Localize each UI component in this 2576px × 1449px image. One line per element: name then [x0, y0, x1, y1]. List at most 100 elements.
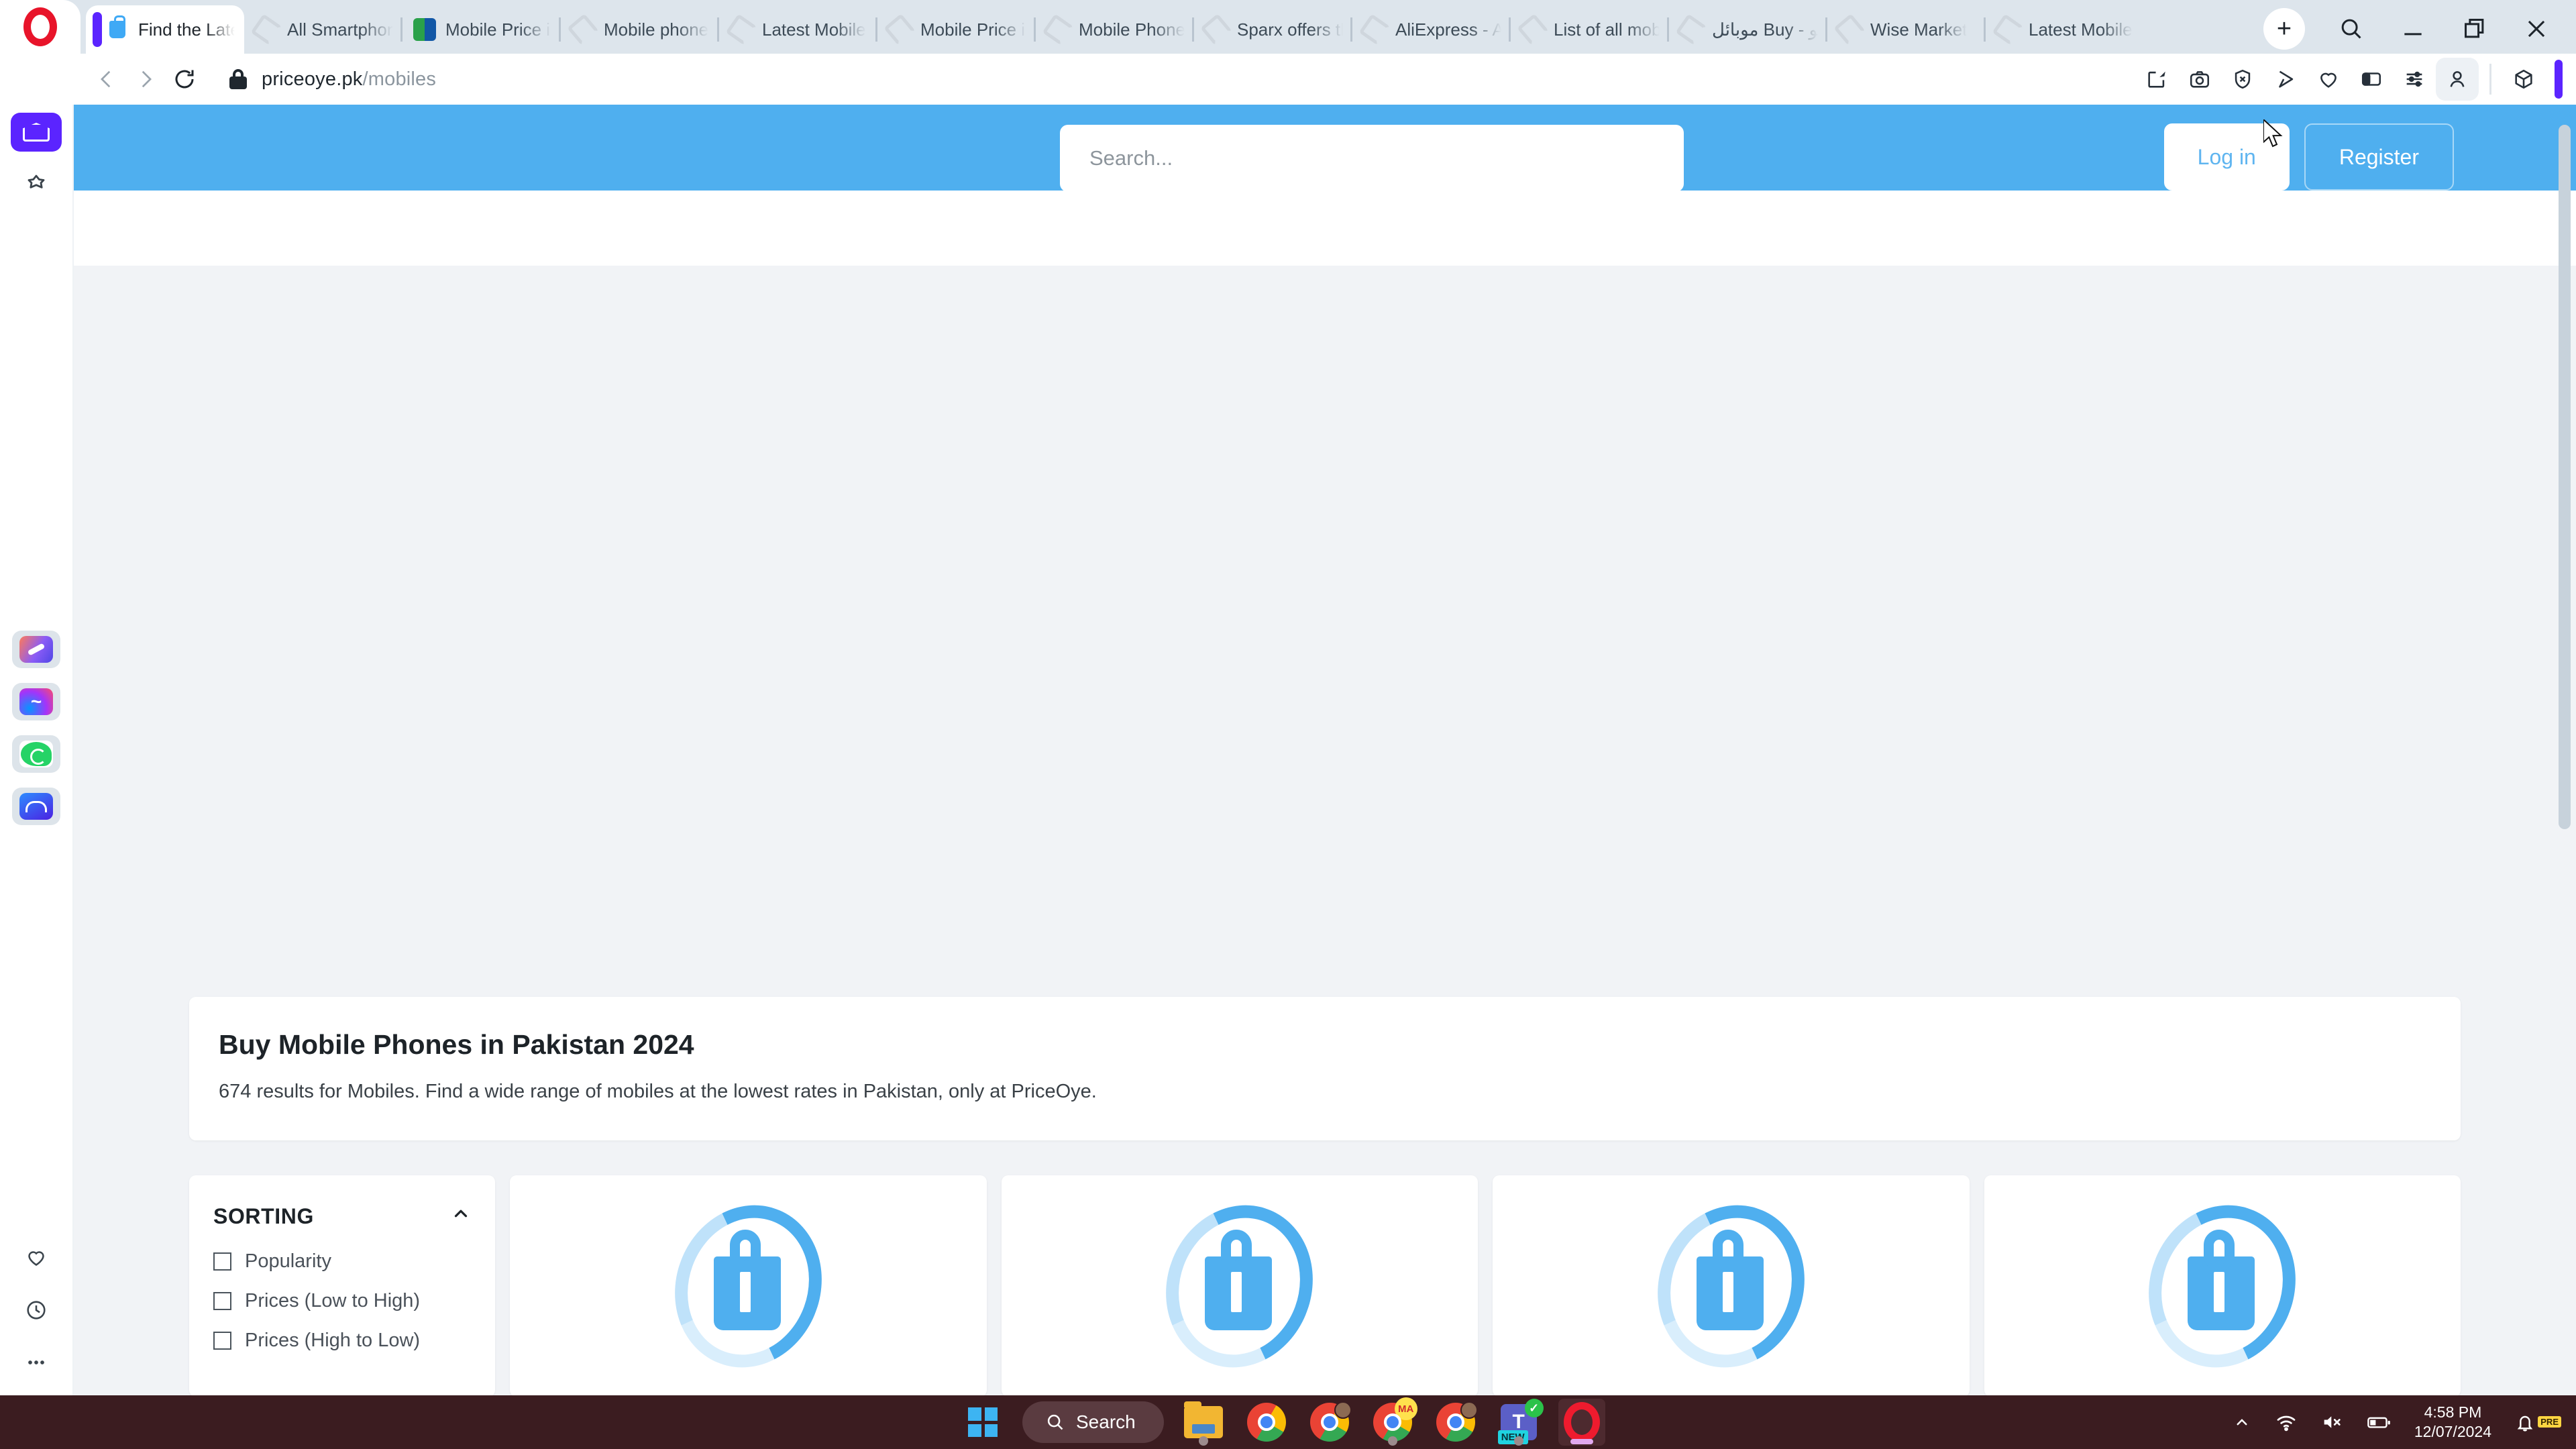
browser-tab[interactable]: موبائل Buy - مو	[1669, 5, 1827, 54]
sorting-header[interactable]: SORTING	[213, 1203, 471, 1229]
home-icon[interactable]	[11, 113, 62, 152]
address-bar: priceoye.pk/mobiles	[0, 54, 2576, 105]
browser-tab[interactable]: Mobile Phone	[1036, 5, 1194, 54]
bell-notification-icon[interactable]	[2514, 1411, 2536, 1433]
opera-browser-window: Find the Latest Mobile P All Smartphon M…	[0, 0, 2576, 1395]
mouse-cursor	[2263, 117, 2286, 149]
screenshot-camera-icon[interactable]	[2178, 58, 2221, 101]
url-field[interactable]: priceoye.pk/mobiles	[229, 68, 2135, 91]
whatsapp-icon[interactable]	[12, 735, 60, 773]
history-clock-icon[interactable]	[11, 1291, 62, 1330]
more-options-icon[interactable]	[11, 1343, 62, 1382]
product-card[interactable]	[1493, 1175, 1970, 1395]
new-tab-button[interactable]: +	[2263, 8, 2305, 50]
taskbar-search[interactable]: Search	[1022, 1401, 1164, 1443]
browser-tab[interactable]: Latest Mobile	[1986, 5, 2144, 54]
opera-o-icon	[23, 7, 57, 46]
running-indicator	[1198, 1436, 1208, 1446]
checkbox[interactable]	[213, 1252, 231, 1271]
product-card[interactable]	[1984, 1175, 2461, 1395]
reload-button[interactable]	[165, 60, 204, 99]
browser-tab[interactable]: Mobile Price in	[402, 5, 561, 54]
snapshot-edit-icon[interactable]	[2135, 58, 2178, 101]
sorting-filter-panel: SORTING Popularity Prices (Low to High) …	[189, 1175, 495, 1395]
loading-spinner-icon	[883, 13, 916, 46]
checkbox[interactable]	[213, 1332, 231, 1350]
priceoye-logo-placeholder	[1143, 1184, 1336, 1388]
loading-spinner-icon	[1358, 13, 1391, 46]
page-scrollbar[interactable]	[2559, 125, 2571, 829]
taskbar-search-label: Search	[1076, 1411, 1136, 1432]
easy-setup-sliders-icon[interactable]	[2393, 58, 2436, 101]
tab-title: Mobile Price in	[445, 19, 551, 40]
bookmarks-star-icon[interactable]	[11, 164, 62, 203]
start-button[interactable]	[959, 1399, 1006, 1446]
browser-tab[interactable]: Mobile phone	[561, 5, 719, 54]
header-auth-buttons: Log in Register	[2163, 123, 2454, 191]
tab-title: AliExpress - Af	[1395, 19, 1501, 40]
restore-icon[interactable]	[2462, 16, 2487, 42]
browser-tab[interactable]: Mobile Price in	[877, 5, 1036, 54]
pinboards-heart-icon[interactable]	[11, 1238, 62, 1277]
profile-account-icon[interactable]	[2436, 58, 2479, 101]
file-explorer-icon[interactable]	[1180, 1399, 1227, 1446]
chrome-profile2-icon[interactable]	[1432, 1399, 1479, 1446]
battery-icon[interactable]	[2366, 1411, 2392, 1434]
heart-favorites-icon[interactable]	[2307, 58, 2350, 101]
show-hidden-icons-chevron[interactable]	[2232, 1412, 2252, 1432]
opera-icon[interactable]	[1558, 1399, 1605, 1446]
priceoye-logo-placeholder	[652, 1184, 845, 1388]
chrome-profile-icon[interactable]	[1306, 1399, 1353, 1446]
sidebar-panel-icon[interactable]	[2350, 58, 2393, 101]
clock-time: 4:58 PM	[2424, 1403, 2482, 1421]
tab-title: All Smartphon	[287, 19, 393, 40]
ad-blocker-shield-icon[interactable]	[2221, 58, 2264, 101]
browser-tab[interactable]: All Smartphon	[244, 5, 402, 54]
sorting-title: SORTING	[213, 1203, 314, 1228]
aria-ai-icon[interactable]	[12, 631, 60, 668]
product-card[interactable]	[1001, 1175, 1478, 1395]
chrome-ma-icon[interactable]: MA	[1369, 1397, 1417, 1446]
vpn-indicator[interactable]	[2555, 60, 2563, 99]
minimize-icon[interactable]	[2400, 16, 2426, 42]
register-button[interactable]: Register	[2304, 123, 2454, 191]
opera-sidebar	[0, 105, 74, 1395]
sort-option-price-low-high[interactable]: Prices (Low to High)	[213, 1290, 471, 1312]
browser-body: Search... Log in Register Buy Mobile Pho…	[0, 105, 2576, 1395]
tabs-container: Find the Latest Mobile P All Smartphon M…	[80, 5, 2255, 54]
chrome-icon[interactable]	[1243, 1399, 1290, 1446]
sort-option-popularity[interactable]: Popularity	[213, 1250, 471, 1273]
tab-title: Mobile Phone	[1079, 19, 1185, 40]
checkbox[interactable]	[213, 1292, 231, 1310]
forward-button[interactable]	[126, 60, 165, 99]
wifi-icon[interactable]	[2275, 1411, 2298, 1434]
music-player-icon[interactable]	[12, 788, 60, 825]
browser-tab[interactable]: AliExpress - Af	[1352, 5, 1511, 54]
chevron-up-icon[interactable]	[451, 1203, 471, 1229]
browser-tab[interactable]: Sparx offers th	[1194, 5, 1352, 54]
teams-new-badge: NEW	[1497, 1430, 1528, 1444]
clock[interactable]: 4:58 PM 12/07/2024	[2414, 1403, 2491, 1442]
header-spacer	[74, 191, 2576, 266]
browser-tab-active[interactable]: Find the Latest Mobile P	[86, 5, 244, 54]
listing-grid: SORTING Popularity Prices (Low to High) …	[189, 1175, 2461, 1395]
browser-tab[interactable]: Wise Market	[1827, 5, 1986, 54]
tab-search-icon[interactable]	[2339, 16, 2364, 42]
opera-logo[interactable]	[0, 0, 80, 54]
product-card[interactable]	[510, 1175, 987, 1395]
close-icon[interactable]	[2524, 16, 2549, 42]
copilot-preview-badge: PRE	[2538, 1416, 2561, 1428]
browser-tab[interactable]: Latest Mobile	[719, 5, 877, 54]
extensions-cube-icon[interactable]	[2502, 58, 2545, 101]
send-to-device-icon[interactable]	[2264, 58, 2307, 101]
messenger-icon[interactable]	[12, 683, 60, 720]
microsoft-teams-icon[interactable]: T ✓ NEW	[1495, 1399, 1544, 1446]
results-summary-card: Buy Mobile Phones in Pakistan 2024 674 r…	[189, 997, 2461, 1140]
sort-option-price-high-low[interactable]: Prices (High to Low)	[213, 1330, 471, 1352]
results-subtitle: 674 results for Mobiles. Find a wide ran…	[219, 1081, 1097, 1102]
browser-tab[interactable]: List of all mobi	[1511, 5, 1669, 54]
back-button[interactable]	[87, 60, 126, 99]
url-domain: priceoye.pk	[262, 68, 363, 90]
search-input[interactable]: Search...	[1060, 125, 1684, 192]
volume-muted-icon[interactable]	[2320, 1411, 2343, 1434]
